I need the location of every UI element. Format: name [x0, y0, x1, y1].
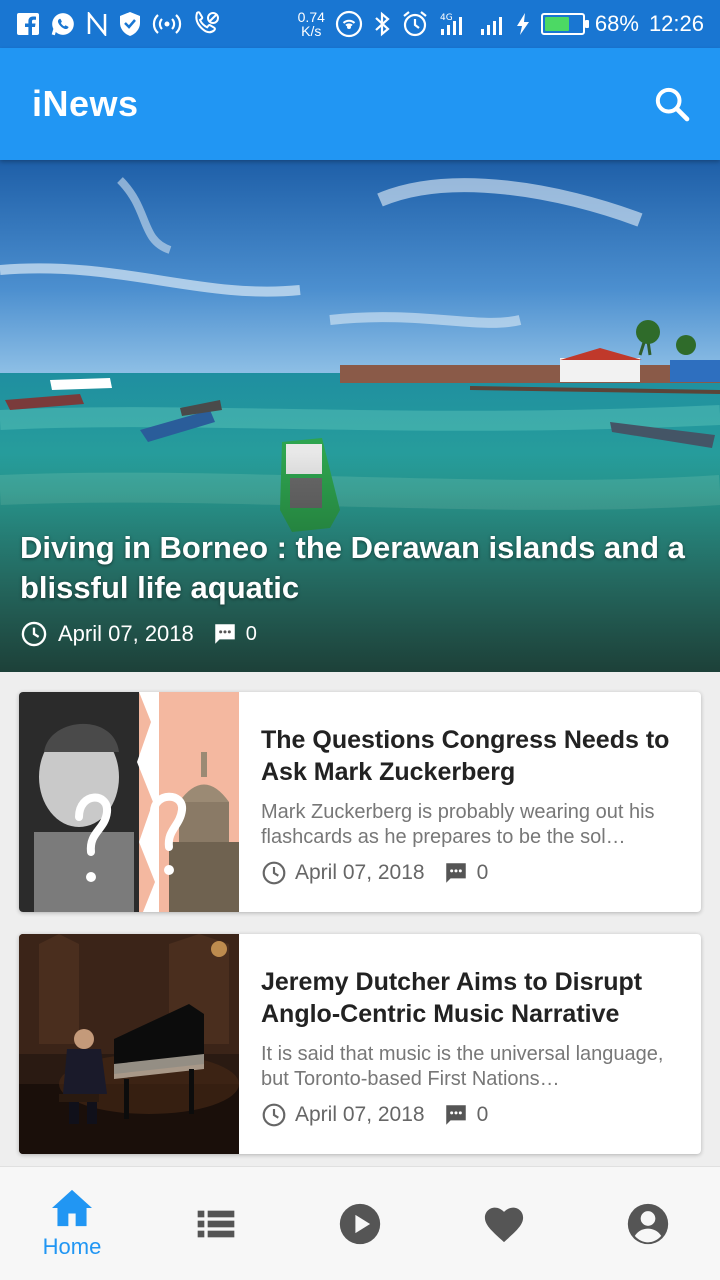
featured-article-comments: 0 — [245, 622, 257, 645]
comment-icon — [215, 624, 235, 644]
battery-icon — [540, 13, 589, 35]
nav-item-account[interactable] — [576, 1167, 720, 1280]
featured-article-title: Diving in Borneo : the Derawan islands a… — [20, 530, 685, 605]
n-icon — [86, 12, 108, 36]
article-title: Jeremy Dutcher Aims to Disrupt Anglo-Cen… — [261, 968, 643, 1028]
article-comments: 0 — [476, 1103, 489, 1126]
status-left-icons — [16, 11, 220, 37]
network-speed-value: 0.74 — [297, 9, 325, 25]
article-date: April 07, 2018 — [295, 1103, 425, 1126]
whatsapp-icon — [50, 11, 76, 37]
signal-icon: 4G — [439, 11, 469, 37]
heart-icon — [484, 1207, 524, 1242]
status-right-icons: 0.74 K/s 4G 68% 12:26 — [298, 10, 704, 38]
signal-icon — [479, 11, 505, 37]
nav-item-video[interactable] — [288, 1167, 432, 1280]
article-description: It is said that music is the universal l… — [261, 1043, 664, 1090]
nav-item-home[interactable]: Home — [0, 1167, 144, 1280]
app-title: iNews — [32, 83, 139, 124]
battery-level — [544, 17, 570, 31]
article-comments: 0 — [476, 861, 489, 884]
alarm-icon — [401, 10, 429, 38]
article-date: April 07, 2018 — [295, 861, 425, 884]
article-body: The Questions Congress Needs to Ask Mark… — [239, 692, 701, 912]
app-bar: iNews — [0, 48, 720, 160]
status-bar: 0.74 K/s 4G 68% 12:26 — [0, 0, 720, 48]
facebook-icon — [16, 12, 40, 36]
clock-icon — [262, 1103, 286, 1127]
article-thumbnail — [19, 934, 239, 1154]
article-meta: April 07, 2018 0 — [261, 1102, 681, 1128]
call-forward-icon — [192, 11, 220, 37]
comment-icon — [445, 863, 466, 883]
list-icon — [197, 1210, 235, 1237]
article-thumbnail — [19, 692, 239, 912]
play-icon — [339, 1203, 381, 1244]
nav-item-list[interactable] — [144, 1167, 288, 1280]
bluetooth-icon — [373, 11, 391, 37]
featured-article[interactable]: Diving in Borneo : the Derawan islands a… — [0, 160, 720, 672]
network-type-label: 4G — [440, 13, 453, 23]
vpn-shield-icon — [118, 11, 142, 37]
article-meta: April 07, 2018 0 — [261, 860, 681, 886]
battery-percent: 68% — [594, 11, 639, 36]
article-card[interactable]: Jeremy Dutcher Aims to Disrupt Anglo-Cen… — [19, 934, 701, 1154]
featured-article-meta: April 07, 2018 0 — [20, 620, 257, 648]
wifi-icon — [335, 10, 363, 38]
search-button[interactable] — [648, 80, 696, 128]
clock-time: 12:26 — [648, 11, 704, 36]
network-speed-unit: K/s — [301, 23, 322, 39]
search-icon — [655, 87, 690, 122]
article-description: Mark Zuckerberg is probably wearing out … — [261, 801, 655, 848]
article-card[interactable]: The Questions Congress Needs to Ask Mark… — [19, 692, 701, 912]
home-icon — [52, 1189, 92, 1226]
article-title: The Questions Congress Needs to Ask Mark… — [261, 726, 670, 786]
nav-item-favorites[interactable] — [432, 1167, 576, 1280]
nav-label-home: Home — [42, 1233, 102, 1259]
account-icon — [627, 1203, 669, 1244]
article-body: Jeremy Dutcher Aims to Disrupt Anglo-Cen… — [239, 934, 701, 1154]
network-speed: 0.74 K/s — [298, 10, 325, 38]
hotspot-icon — [152, 12, 182, 36]
bottom-navigation: Home — [0, 1166, 720, 1280]
clock-icon — [21, 621, 47, 647]
clock-icon — [262, 861, 286, 885]
comment-icon — [445, 1105, 466, 1125]
charging-icon — [515, 12, 531, 36]
featured-article-date: April 07, 2018 — [58, 621, 194, 646]
